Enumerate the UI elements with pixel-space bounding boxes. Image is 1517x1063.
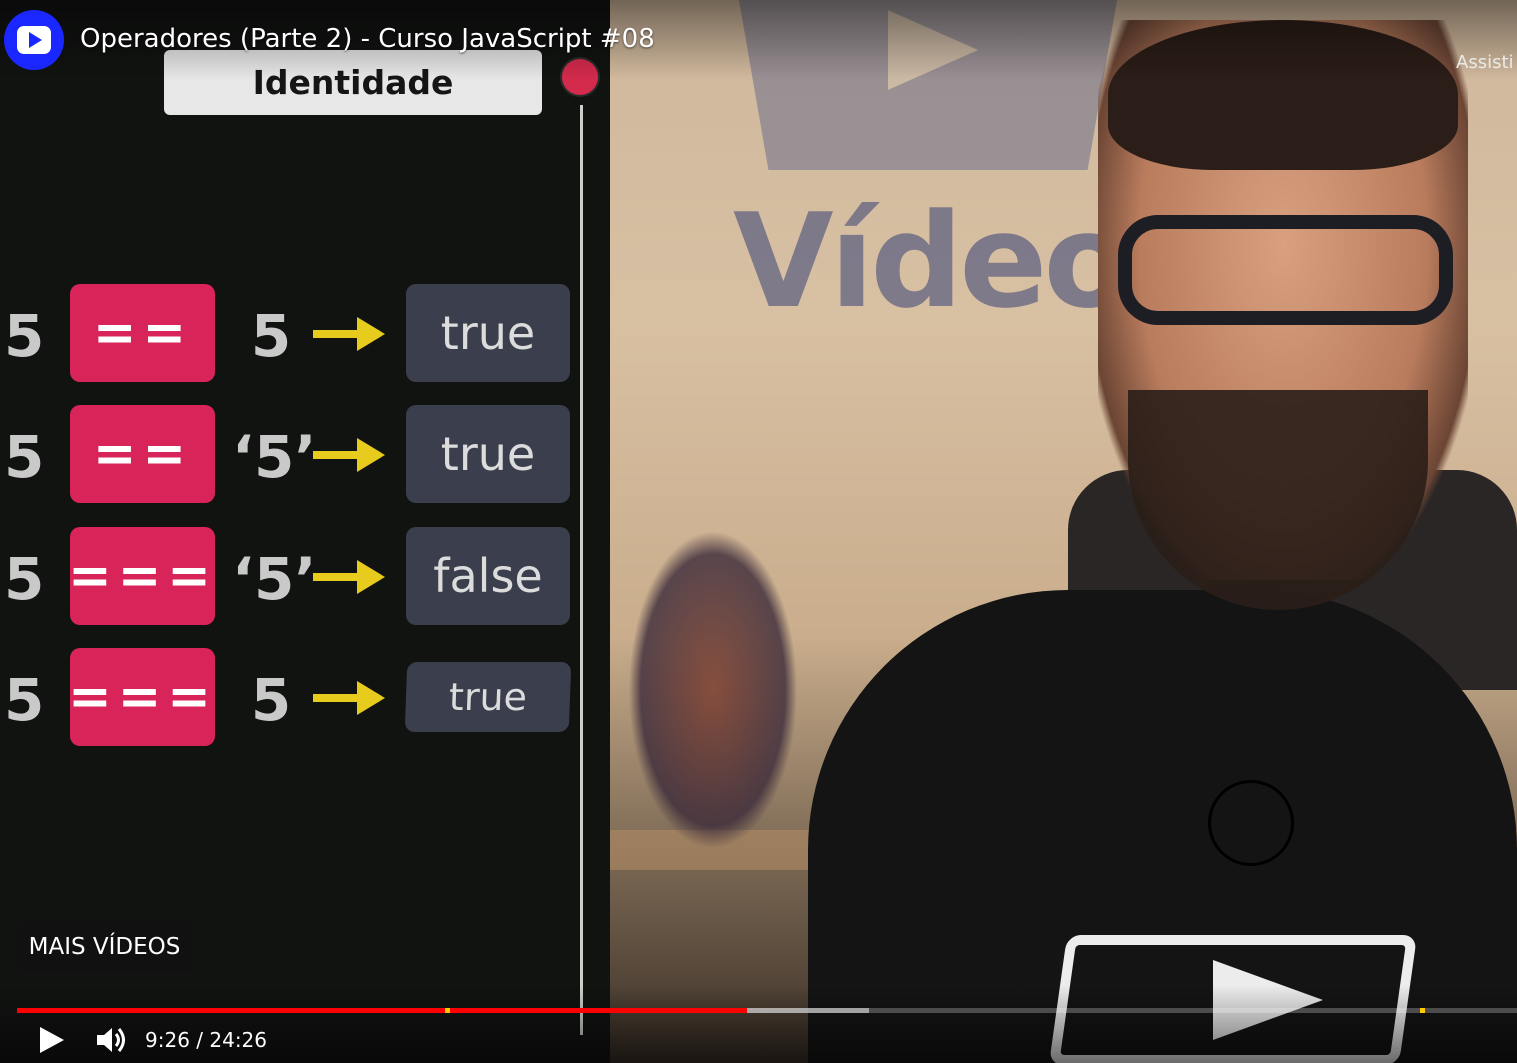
- result-chip: true: [406, 284, 570, 382]
- result-chip: true: [406, 405, 570, 503]
- more-videos-button[interactable]: MAIS VÍDEOS: [17, 921, 192, 973]
- progress-played: [17, 1008, 747, 1013]
- toy-figure: [628, 530, 798, 850]
- right-operand: 5: [250, 666, 292, 734]
- wall-text: Vídeo: [733, 185, 1133, 337]
- video-player[interactable]: Vídeo Identidade 5 == 5 true 5 == ‘5’ tr…: [0, 0, 1517, 1063]
- progress-bar[interactable]: [17, 1008, 1517, 1013]
- lapel-mic: [1208, 780, 1294, 866]
- operator-chip: ==: [70, 284, 215, 382]
- operator-chip: ==: [70, 405, 215, 503]
- left-operand: 5: [4, 423, 45, 491]
- result-chip: true: [404, 662, 572, 732]
- right-operand: 5: [250, 302, 292, 370]
- volume-icon: [97, 1028, 125, 1052]
- comparison-row: 5 === ‘5’ false: [0, 527, 600, 627]
- video-scene: Vídeo: [608, 0, 1517, 1063]
- left-operand: 5: [4, 545, 45, 613]
- comparison-row: 5 == 5 true: [0, 284, 600, 384]
- left-operand: 5: [4, 302, 45, 370]
- time-display: 9:26 / 24:26: [145, 1028, 268, 1052]
- operator-chip: ===: [68, 527, 215, 625]
- volume-button[interactable]: [95, 1024, 129, 1056]
- video-title[interactable]: Operadores (Parte 2) - Curso JavaScript …: [80, 24, 655, 54]
- arrow-right-icon: [313, 438, 385, 472]
- arrow-right-icon: [313, 681, 385, 715]
- watch-later-button[interactable]: Assisti: [1456, 52, 1514, 73]
- chapter-marker: [1419, 1008, 1425, 1013]
- operator-chip: ===: [68, 648, 215, 746]
- comparison-row: 5 == ‘5’ true: [0, 405, 600, 505]
- play-icon: [40, 1027, 64, 1053]
- slide-panel: Identidade 5 == 5 true 5 == ‘5’ true 5 =…: [0, 0, 610, 1063]
- play-button[interactable]: [38, 1026, 66, 1054]
- comparison-row: 5 === 5 true: [0, 648, 600, 748]
- arrow-right-icon: [313, 560, 385, 594]
- right-operand: ‘5’: [232, 423, 317, 491]
- left-operand: 5: [4, 666, 45, 734]
- presenter-glasses: [1118, 215, 1453, 325]
- chapter-marker: [444, 1008, 450, 1013]
- channel-logo-icon[interactable]: [4, 10, 64, 70]
- arrow-right-icon: [313, 317, 385, 351]
- result-chip: false: [406, 527, 570, 625]
- right-operand: ‘5’: [232, 545, 317, 613]
